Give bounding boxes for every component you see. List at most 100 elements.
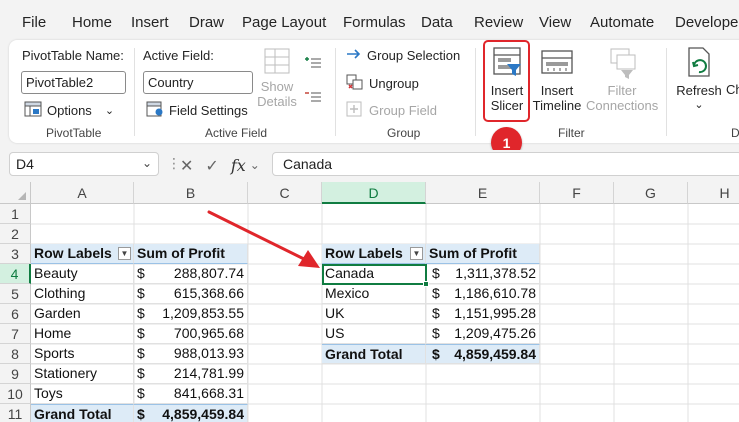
ribbon: PivotTable Name: PivotTable2 Options ⌄ P… (9, 40, 739, 143)
column-header-g[interactable]: G (614, 182, 688, 204)
column-header-d[interactable]: D (322, 182, 426, 204)
group-field-button[interactable]: Group Field (346, 101, 437, 120)
column-header-h[interactable]: H (688, 182, 739, 204)
pivot2-row-label[interactable]: US (322, 324, 426, 344)
row-header-4[interactable]: 4 (0, 264, 31, 284)
pivot2-grand-total-label[interactable]: Grand Total (322, 344, 426, 364)
ungroup-button[interactable]: Ungroup (346, 74, 419, 93)
column-header-f[interactable]: F (540, 182, 614, 204)
pivot2-row-value[interactable]: $1,311,378.52 (426, 264, 540, 284)
pivot2-value-text: 1,311,378.52 (455, 265, 536, 281)
menu-developer[interactable]: Developer (675, 14, 739, 31)
pivot2-header-row-labels[interactable]: Row Labels ▼ (322, 244, 426, 264)
change-data-source-label[interactable]: Ch (726, 82, 739, 97)
pivot1-row-label[interactable]: Home (31, 324, 134, 344)
menu-page-layout[interactable]: Page Layout (242, 14, 326, 31)
pivottable-name-input[interactable]: PivotTable2 (21, 71, 126, 94)
collapse-field-icon[interactable] (305, 90, 321, 109)
pivot1-header-row-labels[interactable]: Row Labels ▼ (31, 244, 134, 264)
pivot1-row-value[interactable]: $615,368.66 (134, 284, 248, 304)
fill-handle[interactable] (423, 281, 429, 287)
formula-input[interactable]: Canada (272, 152, 739, 176)
chevron-down-icon[interactable]: ⌄ (142, 156, 152, 170)
pivot1-header-row-labels-text: Row Labels (34, 245, 112, 261)
expand-field-icon[interactable] (305, 56, 321, 75)
pivot1-grand-total-label[interactable]: Grand Total (31, 404, 134, 422)
pivot1-total-text: 4,859,459.84 (162, 406, 244, 422)
drag-handle-icon[interactable]: ⋮ (167, 155, 181, 172)
pivot1-row-value[interactable]: $1,209,853.55 (134, 304, 248, 324)
enter-icon[interactable]: ✓ (205, 156, 218, 176)
cancel-icon[interactable]: ✕ (180, 156, 193, 176)
filter-dropdown-icon[interactable]: ▼ (410, 247, 423, 260)
group-selection-button[interactable]: Group Selection (346, 47, 460, 64)
active-field-input[interactable]: Country (143, 71, 253, 94)
column-header-a[interactable]: A (31, 182, 134, 204)
pivot2-row-value[interactable]: $1,209,475.26 (426, 324, 540, 344)
pivot1-grand-total-value[interactable]: $4,859,459.84 (134, 404, 248, 422)
refresh-label: Refresh (676, 83, 722, 98)
currency-symbol: $ (137, 325, 145, 341)
pivot2-row-label[interactable]: Canada (322, 264, 426, 284)
menu-insert[interactable]: Insert (131, 14, 169, 31)
pivot2-row-label[interactable]: UK (322, 304, 426, 324)
options-button[interactable]: Options ⌄ (24, 101, 114, 120)
row-header-6[interactable]: 6 (0, 304, 31, 324)
chevron-down-icon[interactable]: ⌄ (250, 158, 260, 176)
filter-dropdown-icon[interactable]: ▼ (118, 247, 131, 260)
row-header-9[interactable]: 9 (0, 364, 31, 384)
select-all-corner[interactable] (0, 182, 31, 204)
pivot2-grand-total-value[interactable]: $4,859,459.84 (426, 344, 540, 364)
pivot1-row-label[interactable]: Beauty (31, 264, 134, 284)
pivot1-row-value[interactable]: $841,668.31 (134, 384, 248, 404)
pivot2-row-label[interactable]: Mexico (322, 284, 426, 304)
insert-function-icon[interactable]: fx (231, 156, 246, 176)
menu-home[interactable]: Home (72, 14, 112, 31)
pivot1-row-label[interactable]: Toys (31, 384, 134, 404)
pivot1-row-label[interactable]: Sports (31, 344, 134, 364)
formula-bar: D4 ⌄ ⋮ ✕ ✓ fx ⌄ Canada (0, 150, 739, 180)
name-box[interactable]: D4 ⌄ (9, 152, 159, 176)
insert-timeline-button[interactable]: Insert Timeline (531, 46, 583, 113)
pivot1-row-label[interactable]: Stationery (31, 364, 134, 384)
menu-automate[interactable]: Automate (590, 14, 654, 31)
column-header-c[interactable]: C (248, 182, 322, 204)
menu-file[interactable]: File (22, 14, 46, 31)
field-settings-button[interactable]: Field Settings (146, 101, 248, 120)
pivot1-value-text: 841,668.31 (173, 385, 244, 401)
pivot1-row-value[interactable]: $988,013.93 (134, 344, 248, 364)
column-header-e[interactable]: E (426, 182, 540, 204)
group-label-active-field: Active Field (205, 126, 268, 140)
filter-connections-button[interactable]: Filter Connections (586, 46, 658, 113)
show-details-button[interactable]: Show Details (257, 46, 297, 109)
refresh-button[interactable]: Refresh ⌄ (675, 46, 723, 113)
timeline-icon (540, 46, 574, 83)
menu-draw[interactable]: Draw (189, 14, 224, 31)
row-header-10[interactable]: 10 (0, 384, 31, 404)
pivot2-value-text: 1,186,610.78 (454, 285, 536, 301)
menu-data[interactable]: Data (421, 14, 453, 31)
pivot1-row-label[interactable]: Garden (31, 304, 134, 324)
pivot1-row-label[interactable]: Clothing (31, 284, 134, 304)
pivot1-row-value[interactable]: $700,965.68 (134, 324, 248, 344)
field-settings-icon (146, 101, 164, 120)
filter-connections-label-1: Filter (607, 83, 637, 98)
pivot2-row-value[interactable]: $1,151,995.28 (426, 304, 540, 324)
row-header-7[interactable]: 7 (0, 324, 31, 344)
currency-symbol: $ (432, 285, 440, 301)
row-header-1[interactable]: 1 (0, 204, 31, 224)
row-header-3[interactable]: 3 (0, 244, 31, 264)
row-header-2[interactable]: 2 (0, 224, 31, 244)
menu-review[interactable]: Review (474, 14, 523, 31)
pivot1-row-value[interactable]: $214,781.99 (134, 364, 248, 384)
group-separator (335, 48, 336, 136)
row-header-8[interactable]: 8 (0, 344, 31, 364)
pivot2-header-sum[interactable]: Sum of Profit (426, 244, 540, 264)
menu-formulas[interactable]: Formulas (343, 14, 406, 31)
column-header-b[interactable]: B (134, 182, 248, 204)
menu-view[interactable]: View (539, 14, 571, 31)
currency-symbol: $ (432, 325, 440, 341)
pivot2-row-value[interactable]: $1,186,610.78 (426, 284, 540, 304)
row-header-5[interactable]: 5 (0, 284, 31, 304)
row-header-11[interactable]: 11 (0, 404, 31, 422)
